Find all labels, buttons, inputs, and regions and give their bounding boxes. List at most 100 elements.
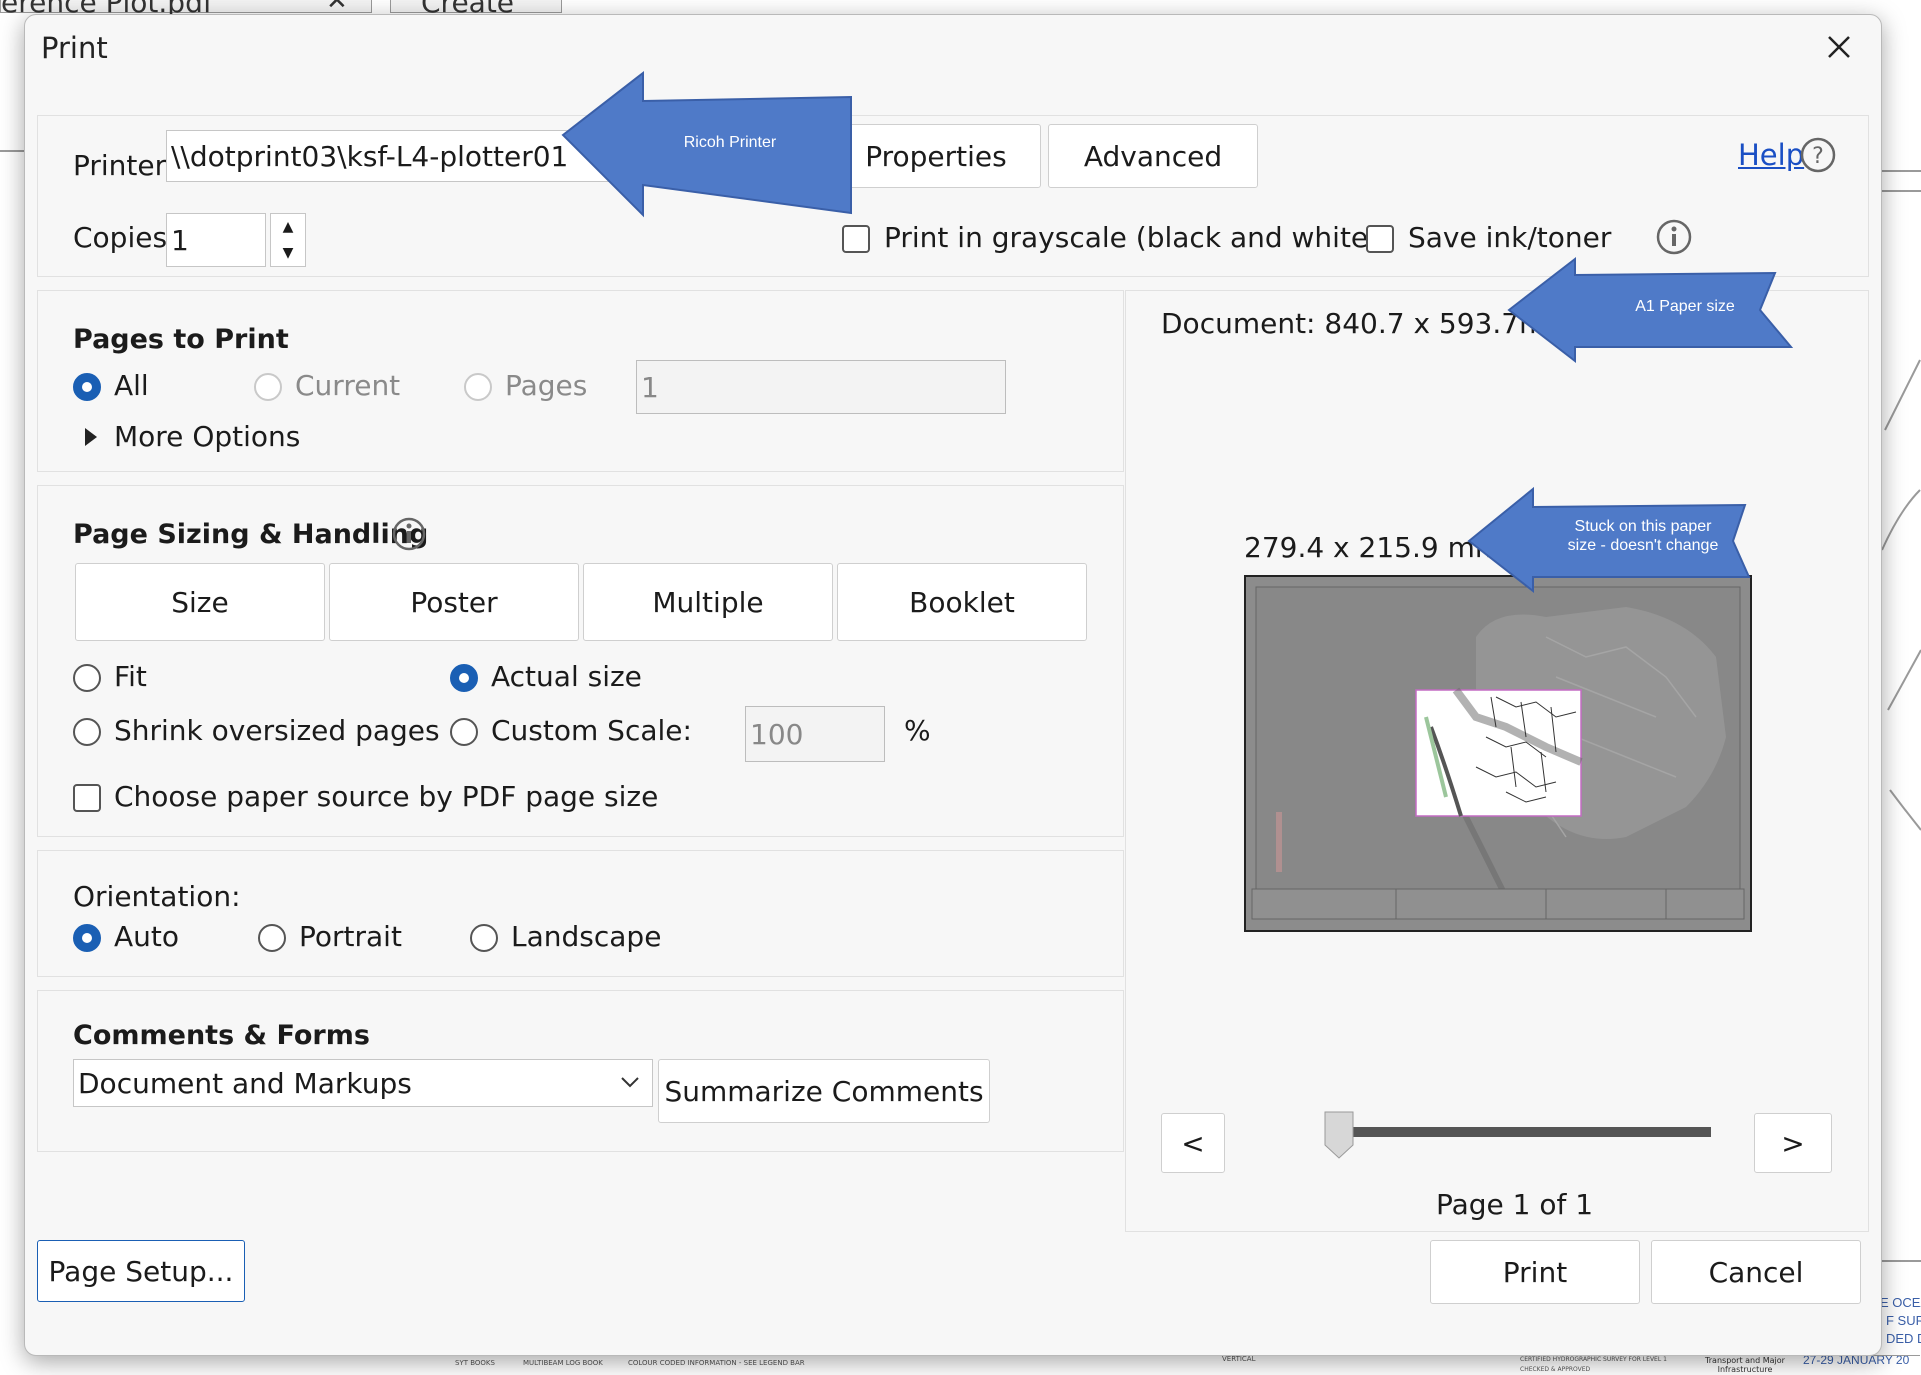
advanced-button[interactable]: Advanced (1048, 124, 1258, 188)
background-text: CERTIFIED HYDROGRAPHIC SURVEY FOR LEVEL … (1520, 1356, 1667, 1363)
custom-scale-input[interactable]: 100 (745, 706, 885, 762)
create-tab[interactable]: Create (390, 0, 562, 19)
paper-size-callout-text: A1 Paper size (1635, 298, 1735, 315)
grayscale-checkbox[interactable] (842, 225, 870, 253)
save-ink-label: Save ink/toner (1408, 221, 1612, 254)
comments-forms-panel: Comments & Forms Document and Markups Su… (37, 990, 1124, 1152)
comments-forms-heading: Comments & Forms (73, 1020, 370, 1051)
decrement-icon[interactable]: ▼ (271, 240, 305, 266)
orientation-panel: Orientation: Auto Portrait Landscape (37, 850, 1124, 977)
current-page-label: Current (295, 369, 401, 402)
page-setup-button[interactable]: Page Setup... (37, 1240, 245, 1302)
paper-source-label: Choose paper source by PDF page size (114, 780, 659, 813)
save-ink-checkbox[interactable] (1366, 225, 1394, 253)
shrink-radio[interactable] (73, 718, 101, 746)
fit-radio[interactable] (73, 664, 101, 692)
background-divider (0, 150, 24, 152)
comments-forms-value: Document and Markups (78, 1066, 412, 1100)
background-text: COLOUR CODED INFORMATION - SEE LEGEND BA… (628, 1359, 805, 1367)
svg-text:?: ? (1812, 144, 1824, 169)
help-link[interactable]: Help (1738, 138, 1804, 172)
background-text: Transport and Major Infrastructure (1705, 1356, 1785, 1374)
page-range-label: Pages (505, 369, 588, 402)
printer-callout-text: Ricoh Printer (683, 134, 777, 151)
all-pages-label: All (114, 369, 149, 402)
increment-icon[interactable]: ▲ (271, 214, 305, 240)
preview-page (1244, 575, 1752, 932)
summarize-comments-button[interactable]: Summarize Comments (658, 1059, 990, 1123)
background-text: MULTIBEAM LOG BOOK (523, 1359, 603, 1367)
copies-stepper[interactable]: ▲ ▼ (270, 213, 306, 267)
custom-scale-value: 100 (750, 717, 804, 751)
info-icon[interactable] (391, 516, 427, 552)
more-options-link[interactable]: More Options (114, 420, 300, 453)
help-icon[interactable]: ? (1799, 136, 1837, 174)
background-divider (1880, 170, 1921, 172)
stuck-callout-text-line2: size - doesn't change (1567, 537, 1719, 554)
page-range-value: 1 (641, 370, 659, 404)
background-drawing (1881, 359, 1921, 831)
info-icon[interactable] (1655, 218, 1693, 256)
background-divider (1880, 1260, 1921, 1262)
background-text: SYT BOOKS (455, 1359, 495, 1367)
page-sizing-panel: Page Sizing & Handling Size Poster Multi… (37, 485, 1124, 837)
shrink-label: Shrink oversized pages (114, 714, 440, 747)
copies-value: 1 (171, 223, 189, 257)
file-tab[interactable]: erence Plot.pdf ✕ (0, 0, 372, 19)
page-range-radio[interactable] (464, 373, 492, 401)
print-dialog: Print Printer: \\dotprint03\ksf-L4-plott… (24, 14, 1882, 1356)
comments-forms-select[interactable]: Document and Markups (73, 1059, 653, 1107)
custom-scale-label: Custom Scale: (491, 714, 692, 747)
stuck-callout-text-line1: Stuck on this paper (1574, 518, 1712, 535)
tab-poster[interactable]: Poster (329, 563, 579, 641)
print-button[interactable]: Print (1430, 1240, 1640, 1304)
portrait-radio[interactable] (258, 924, 286, 952)
dialog-title: Print (41, 31, 108, 65)
pages-to-print-heading: Pages to Print (73, 324, 289, 355)
auto-orientation-radio[interactable] (73, 924, 101, 952)
page-range-input[interactable]: 1 (636, 360, 1006, 414)
all-pages-radio[interactable] (73, 373, 101, 401)
landscape-radio[interactable] (470, 924, 498, 952)
background-text: E OCEA (1880, 1295, 1921, 1310)
landscape-label: Landscape (511, 920, 662, 953)
grayscale-label: Print in grayscale (black and white) (884, 221, 1380, 254)
properties-button[interactable]: Properties (831, 124, 1041, 188)
previous-page-button[interactable]: < (1161, 1113, 1225, 1173)
portrait-label: Portrait (299, 920, 402, 953)
copies-label: Copies: (73, 221, 177, 254)
cancel-button[interactable]: Cancel (1651, 1240, 1861, 1304)
paper-source-checkbox[interactable] (73, 784, 101, 812)
current-page-radio[interactable] (254, 373, 282, 401)
page-slider-track[interactable] (1341, 1127, 1711, 1137)
tab-booklet[interactable]: Booklet (837, 563, 1087, 641)
page-slider-thumb[interactable] (1324, 1111, 1354, 1159)
actual-size-radio[interactable] (450, 664, 478, 692)
page-info-label: Page 1 of 1 (1436, 1188, 1594, 1221)
background-text: VERTICAL (1222, 1355, 1256, 1363)
background-text: F SURV (1886, 1313, 1921, 1328)
tab-size[interactable]: Size (75, 563, 325, 641)
copies-input[interactable]: 1 (166, 213, 266, 267)
percent-label: % (904, 714, 931, 747)
background-text: CHECKED & APPROVED (1520, 1366, 1591, 1373)
paper-size-label: 279.4 x 215.9 mm (1244, 531, 1503, 564)
close-icon[interactable] (1819, 27, 1859, 67)
orientation-heading: Orientation: (73, 880, 241, 913)
printer-label: Printer: (73, 149, 176, 182)
expand-triangle-icon[interactable] (84, 426, 98, 448)
printer-panel: Printer: \\dotprint03\ksf-L4-plotter01 P… (37, 115, 1869, 277)
preview-panel: Document: 840.7 x 593.7mm 279.4 x 215.9 … (1125, 290, 1869, 1232)
pages-to-print-panel: Pages to Print All Current Pages 1 More … (37, 290, 1124, 472)
custom-scale-radio[interactable] (450, 718, 478, 746)
background-text: DED D (1886, 1331, 1921, 1346)
printer-value: \\dotprint03\ksf-L4-plotter01 (171, 139, 569, 173)
tab-multiple[interactable]: Multiple (583, 563, 833, 641)
next-page-button[interactable]: > (1754, 1113, 1832, 1173)
auto-orientation-label: Auto (114, 920, 180, 953)
page-sizing-heading: Page Sizing & Handling (73, 519, 429, 550)
actual-size-label: Actual size (491, 660, 642, 693)
chevron-down-icon (621, 1077, 639, 1088)
fit-label: Fit (114, 660, 147, 693)
preview-map-image (1251, 586, 1745, 920)
